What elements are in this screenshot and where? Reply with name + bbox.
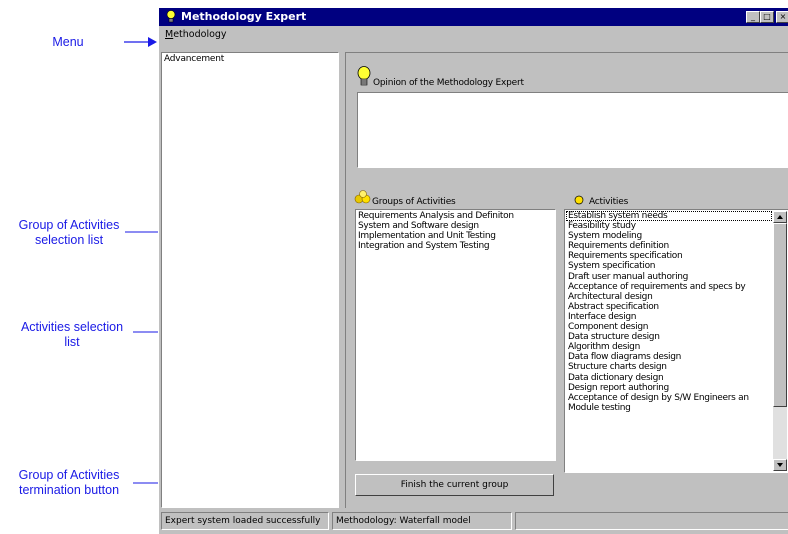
- activity-item[interactable]: Algorithm design: [566, 342, 772, 352]
- group-item[interactable]: System and Software design: [356, 221, 555, 231]
- activity-item[interactable]: Component design: [566, 322, 772, 332]
- activity-item[interactable]: Structure charts design: [566, 362, 772, 372]
- lightbulb-icon: [166, 10, 176, 23]
- activity-item[interactable]: Data flow diagrams design: [566, 352, 772, 362]
- activity-item[interactable]: Data dictionary design: [566, 373, 772, 383]
- activity-item[interactable]: Architectural design: [566, 292, 772, 302]
- group-item[interactable]: Integration and System Testing: [356, 241, 555, 251]
- annotation-arrow-menu: [124, 37, 157, 47]
- window-title: Methodology Expert: [181, 10, 307, 23]
- arrow-down-icon: [777, 463, 783, 467]
- activities-scrollbar[interactable]: [773, 211, 787, 471]
- activity-item[interactable]: System specification: [566, 261, 772, 271]
- groups-label: Groups of Activities: [372, 197, 456, 207]
- activities-selection-list[interactable]: Establish system needs Feasibility study…: [564, 209, 788, 473]
- arrow-up-icon: [777, 215, 783, 219]
- yellow-dot-icon: [574, 195, 584, 205]
- group-item[interactable]: Implementation and Unit Testing: [356, 231, 555, 241]
- scroll-thumb[interactable]: [773, 223, 787, 407]
- opinion-label: Opinion of the Methodology Expert: [373, 78, 524, 88]
- status-message: Expert system loaded successfully: [161, 512, 329, 530]
- opinion-text-area: [357, 92, 788, 168]
- activity-item[interactable]: Acceptance of requirements and specs by: [566, 282, 772, 292]
- activities-items: Establish system needs Feasibility study…: [566, 211, 772, 413]
- activity-item[interactable]: System modeling: [566, 231, 772, 241]
- group-item[interactable]: Requirements Analysis and Definiton: [356, 211, 555, 221]
- lightbulb-icon: [357, 66, 371, 86]
- activity-item[interactable]: Design report authoring: [566, 383, 772, 393]
- scroll-down-button[interactable]: [773, 459, 787, 471]
- activity-item[interactable]: Feasibility study: [566, 221, 772, 231]
- groups-selection-list[interactable]: Requirements Analysis and Definiton Syst…: [355, 209, 556, 461]
- advancement-panel[interactable]: Advancement: [161, 52, 339, 508]
- activity-item[interactable]: Requirements definition: [566, 241, 772, 251]
- annotation-groups-list: Group of Activities selection list: [18, 218, 120, 247]
- activity-item[interactable]: Draft user manual authoring: [566, 272, 772, 282]
- menu-bar: Methodology: [159, 26, 788, 43]
- annotation-termination-button: Group of Activities termination button: [18, 468, 120, 497]
- methodology-expert-window: Methodology Expert _ □ × Methodology Adv…: [158, 8, 788, 534]
- menu-methodology[interactable]: Methodology: [165, 26, 227, 43]
- activity-item[interactable]: Data structure design: [566, 332, 772, 342]
- scroll-up-button[interactable]: [773, 211, 787, 223]
- activities-label: Activities: [589, 197, 629, 207]
- finish-current-group-button[interactable]: Finish the current group: [355, 474, 554, 496]
- activity-item[interactable]: Acceptance of design by S/W Engineers an: [566, 393, 772, 403]
- title-bar[interactable]: Methodology Expert: [159, 8, 788, 26]
- advancement-label: Advancement: [164, 54, 225, 64]
- activity-item[interactable]: Requirements specification: [566, 251, 772, 261]
- annotation-activities-list: Activities selection list: [20, 320, 124, 349]
- activity-item-selected[interactable]: Establish system needs: [566, 211, 772, 222]
- status-model: Methodology: Waterfall model: [332, 512, 512, 530]
- minimize-button[interactable]: _: [746, 11, 760, 23]
- annotation-menu: Menu: [52, 35, 84, 49]
- close-button[interactable]: ×: [776, 11, 788, 23]
- activity-item[interactable]: Interface design: [566, 312, 772, 322]
- activity-item[interactable]: Module testing: [566, 403, 772, 413]
- status-empty: [515, 512, 788, 530]
- activity-item[interactable]: Abstract specification: [566, 302, 772, 312]
- circles-group-icon: [354, 190, 371, 204]
- maximize-button[interactable]: □: [760, 11, 774, 23]
